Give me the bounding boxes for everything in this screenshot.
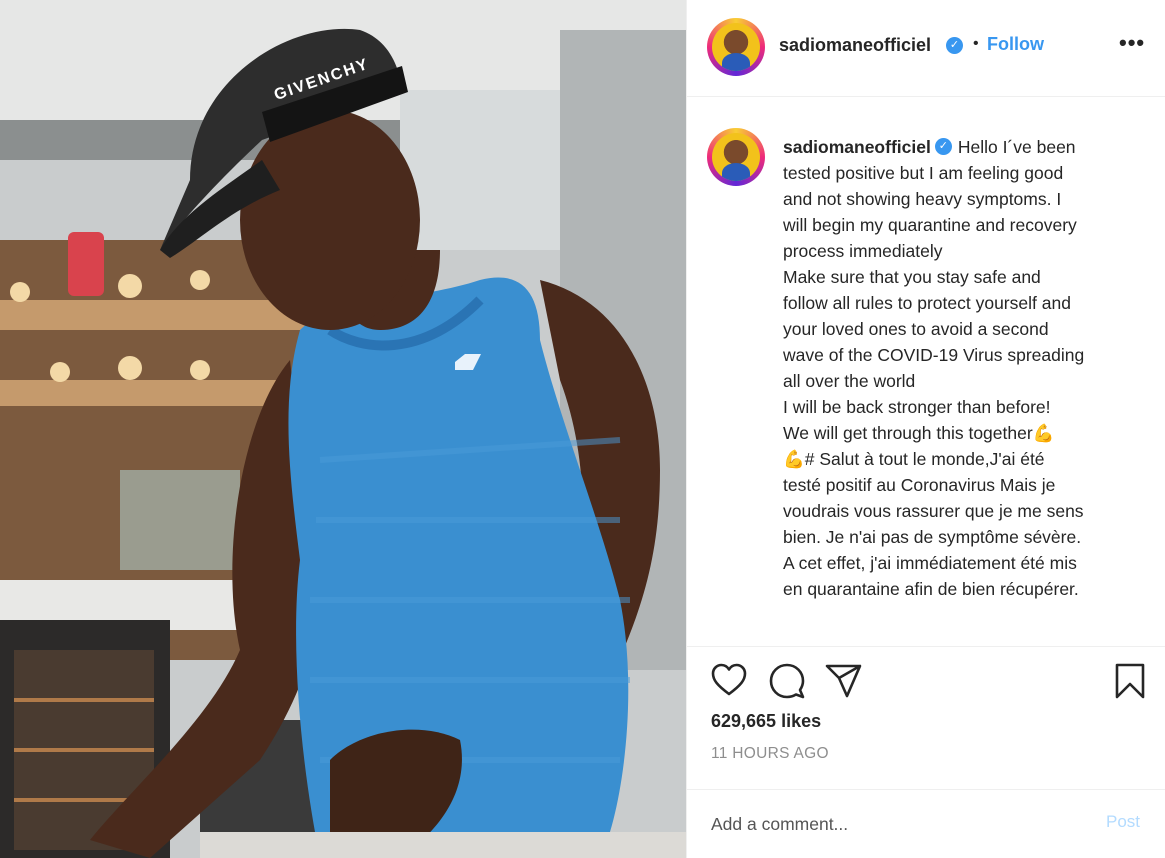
- avatar-image: [712, 133, 760, 181]
- caption-username[interactable]: sadiomaneofficiel: [783, 137, 931, 157]
- post-photo[interactable]: GIVENCHY: [0, 0, 686, 858]
- separator-dot: •: [973, 35, 979, 52]
- caption-scroll-mask: [687, 632, 1165, 646]
- caption-avatar[interactable]: [707, 128, 765, 186]
- caption: sadiomaneofficiel ✓ Hello I´ve been tested…: [783, 134, 1139, 646]
- actions-section: 629,665 likes 11 HOURS AGO Post: [687, 646, 1165, 858]
- avatar[interactable]: [707, 18, 765, 76]
- post-header: sadiomaneofficiel ✓ • Follow •••: [687, 0, 1165, 97]
- caption-area: sadiomaneofficiel ✓ Hello I´ve been tested…: [687, 98, 1165, 646]
- caption-body: Hello I´ve been tested positive but I am…: [783, 137, 1085, 646]
- paper-plane-icon[interactable]: [825, 663, 863, 704]
- verified-badge-icon: ✓: [934, 138, 952, 156]
- more-options-icon[interactable]: •••: [1119, 30, 1145, 56]
- comment-input[interactable]: [711, 810, 1071, 838]
- heart-icon[interactable]: [711, 663, 747, 702]
- comment-icon[interactable]: [769, 663, 805, 704]
- post-side-panel: sadiomaneofficiel ✓ • Follow ••• sadioma…: [686, 0, 1165, 858]
- header-username[interactable]: sadiomaneofficiel: [779, 35, 931, 56]
- bookmark-icon[interactable]: [1114, 663, 1146, 704]
- likes-count[interactable]: 629,665 likes: [711, 711, 821, 732]
- avatar-image: [712, 23, 760, 71]
- post-timestamp[interactable]: 11 HOURS AGO: [711, 745, 829, 763]
- post-comment-button[interactable]: Post: [1106, 812, 1140, 832]
- follow-button[interactable]: Follow: [987, 34, 1044, 55]
- verified-badge-icon: ✓: [946, 37, 963, 54]
- comment-bar: Post: [687, 789, 1165, 858]
- photo-scene: [0, 0, 686, 858]
